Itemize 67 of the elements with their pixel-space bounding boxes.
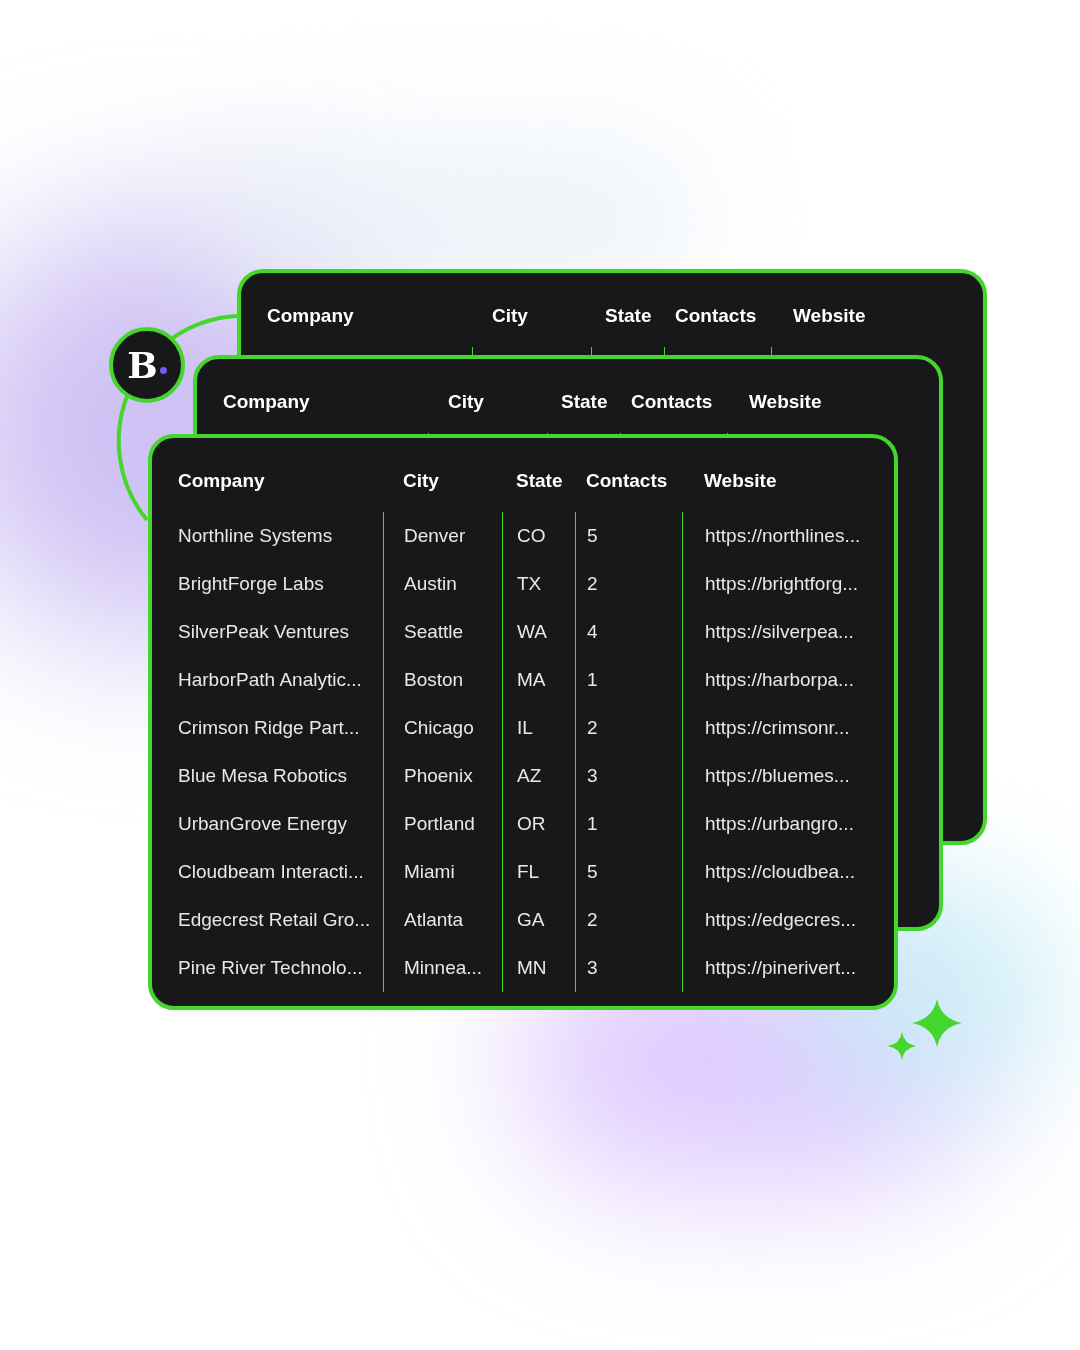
- table-cell-text: Crimson Ridge Part...: [178, 715, 360, 740]
- table-cell-text: Edgecrest Retail Gro...: [178, 907, 371, 932]
- table-cell-text: Blue Mesa Robotics: [178, 763, 347, 788]
- table-cell-text: FL: [517, 859, 540, 884]
- table-cell-text: Northline Systems: [178, 523, 333, 548]
- column-header: State: [605, 303, 652, 328]
- table-cell-text: TX: [517, 571, 542, 596]
- table-cell-text: CO: [517, 523, 546, 548]
- table-cell-text: Atlanta: [404, 907, 464, 932]
- table-cell-text: HarborPath Analytic...: [178, 667, 362, 692]
- table-cell-text: AZ: [517, 763, 542, 788]
- table-cell-text: WA: [517, 619, 547, 644]
- table-cell-text: Cloudbeam Interacti...: [178, 859, 364, 884]
- column-header: Contacts: [675, 303, 757, 328]
- table-cell-text: Boston: [404, 667, 464, 692]
- column-header: City: [492, 303, 528, 328]
- table-cell-text: 1: [587, 811, 598, 836]
- table-cell-text: Seattle: [404, 619, 464, 644]
- logo-letter: B: [127, 347, 158, 383]
- table-cell-text: GA: [517, 907, 545, 932]
- column-header: Contacts: [631, 389, 713, 414]
- table-cell-text: Miami: [404, 859, 455, 884]
- website-link[interactable]: https://urbangro...: [705, 809, 854, 839]
- table-cell-text: MA: [517, 667, 546, 692]
- table-cell-text: Pine River Technolo...: [178, 955, 363, 980]
- table-cell-text: Chicago: [404, 715, 474, 740]
- website-link[interactable]: https://cloudbea...: [705, 857, 855, 887]
- table-cell-text: 5: [587, 859, 598, 884]
- table-cell-text: Denver: [404, 523, 466, 548]
- table-cell-text: 2: [587, 907, 598, 932]
- website-link[interactable]: https://northlines...: [705, 521, 861, 551]
- table-cell-text: OR: [517, 811, 546, 836]
- column-header: Company: [178, 468, 265, 493]
- table-cell-text: SilverPeak Ventures: [178, 619, 350, 644]
- column-header: Company: [267, 303, 354, 328]
- table-cell-text: 2: [587, 715, 598, 740]
- table-cell-text: 5: [587, 523, 598, 548]
- table-cell-text: 3: [587, 955, 598, 980]
- website-link[interactable]: https://brightforg...: [705, 569, 859, 599]
- website-link[interactable]: https://harborpa...: [705, 665, 854, 695]
- column-header: State: [561, 389, 608, 414]
- table-cell-text: Austin: [404, 571, 457, 596]
- column-header: Contacts: [586, 468, 668, 493]
- table-cell-text: Phoenix: [404, 763, 473, 788]
- table-cell-text: IL: [517, 715, 533, 740]
- column-header: Website: [749, 389, 822, 414]
- sparkle-icon: [887, 999, 963, 1061]
- table-cell-text: 1: [587, 667, 598, 692]
- table-cell-text: 4: [587, 619, 598, 644]
- table-cell-text: Minnea...: [404, 955, 483, 980]
- website-link[interactable]: https://crimsonr...: [705, 713, 850, 743]
- table-cell-text: MN: [517, 955, 547, 980]
- table-cell-text: UrbanGrove Energy: [178, 811, 347, 836]
- website-link[interactable]: https://silverpea...: [705, 617, 854, 647]
- column-header: City: [403, 468, 439, 493]
- table-cell-text: Portland: [404, 811, 475, 836]
- column-header: Website: [704, 468, 777, 493]
- website-link[interactable]: https://pinerivert...: [705, 953, 856, 983]
- column-header: Website: [793, 303, 866, 328]
- column-header: City: [448, 389, 484, 414]
- website-link[interactable]: https://bluemes...: [705, 761, 850, 791]
- column-header: State: [516, 468, 563, 493]
- column-header: Company: [223, 389, 310, 414]
- table-cell-text: 3: [587, 763, 598, 788]
- table-cell-text: 2: [587, 571, 598, 596]
- website-link[interactable]: https://edgecres...: [705, 905, 857, 935]
- table-cell-text: BrightForge Labs: [178, 571, 324, 596]
